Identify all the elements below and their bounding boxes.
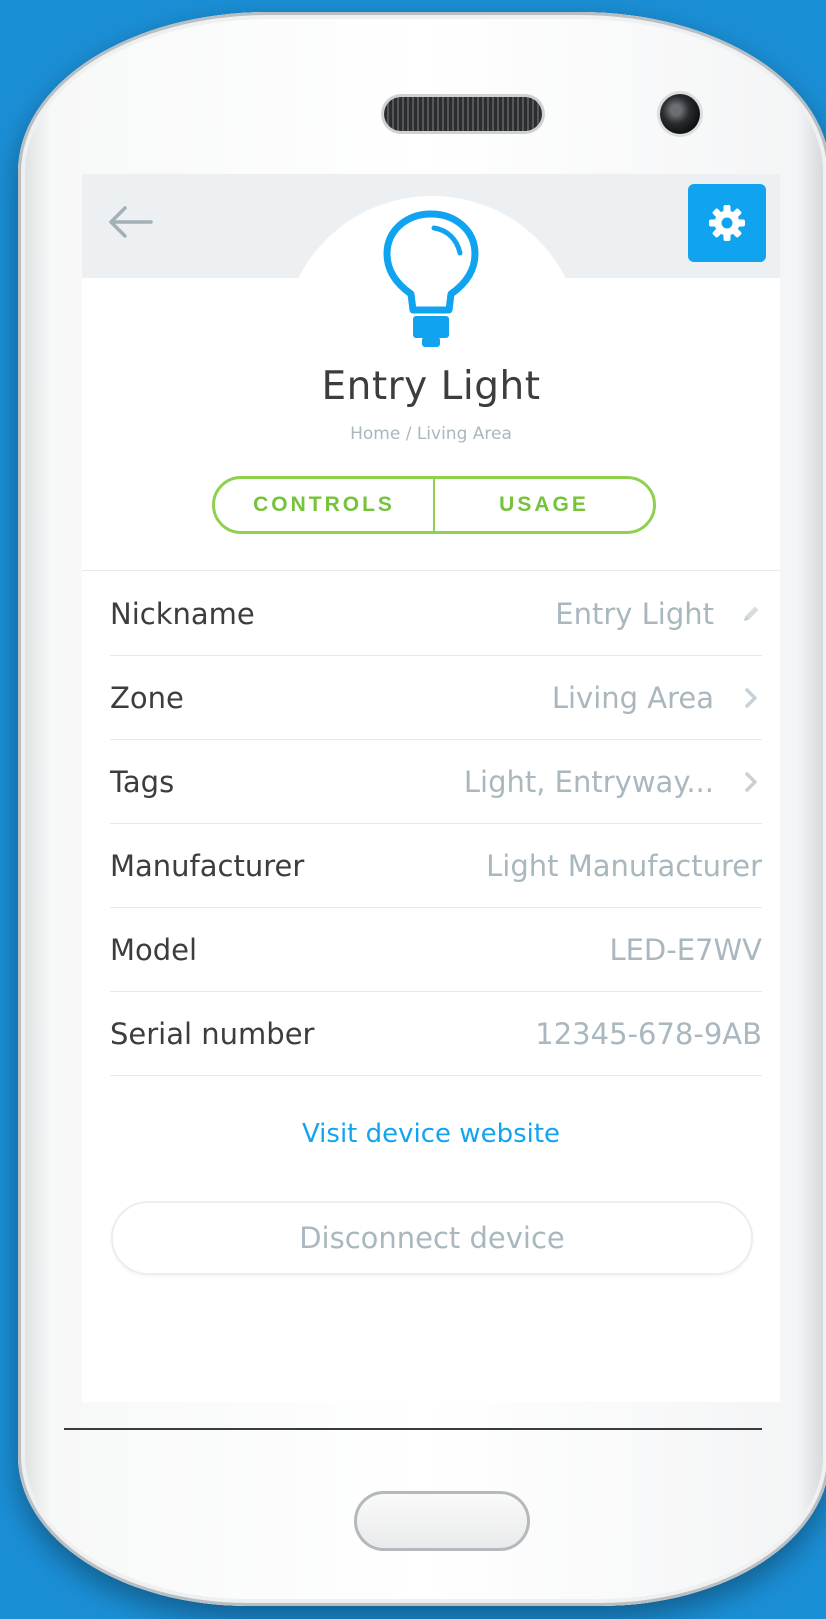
pencil-icon[interactable] [740, 602, 762, 626]
settings-button[interactable] [688, 184, 766, 262]
tab-controls[interactable]: CONTROLS [215, 479, 433, 531]
screen-bottom-edge [64, 1428, 762, 1430]
detail-row-zone[interactable]: Zone Living Area [110, 656, 762, 740]
row-label: Serial number [110, 1016, 315, 1051]
segmented-tabs: CONTROLS USAGE [212, 476, 656, 534]
phone-frame: Entry Light Home / Living Area CONTROLS … [18, 12, 826, 1606]
device-details-list: Nickname Entry Light Zone Living Area Ta… [110, 572, 762, 1076]
visit-website-link[interactable]: Visit device website [82, 1119, 780, 1149]
row-value: LED-E7WV [609, 932, 762, 967]
row-value: Light Manufacturer [486, 848, 762, 883]
front-camera [660, 94, 700, 134]
row-label: Nickname [110, 596, 255, 631]
chevron-right-icon [740, 770, 762, 794]
detail-row-model: Model LED-E7WV [110, 908, 762, 992]
back-button[interactable] [102, 194, 158, 250]
earpiece-speaker [384, 97, 542, 131]
detail-row-nickname[interactable]: Nickname Entry Light [110, 572, 762, 656]
row-value: Light, Entryway... [463, 764, 714, 799]
detail-row-serial-number: Serial number 12345-678-9AB [110, 992, 762, 1076]
home-button[interactable] [354, 1491, 530, 1551]
row-value: Living Area [551, 680, 714, 715]
tab-usage[interactable]: USAGE [433, 479, 653, 531]
divider [82, 570, 780, 571]
device-title: Entry Light [321, 364, 541, 409]
disconnect-device-button[interactable]: Disconnect device [111, 1201, 753, 1275]
arrow-left-icon [109, 206, 153, 238]
row-label: Manufacturer [110, 848, 305, 883]
row-label: Model [110, 932, 198, 967]
row-label: Tags [110, 764, 175, 799]
breadcrumb: Home / Living Area [350, 424, 512, 444]
detail-row-manufacturer: Manufacturer Light Manufacturer [110, 824, 762, 908]
app-screen: Entry Light Home / Living Area CONTROLS … [82, 174, 780, 1402]
row-label: Zone [110, 680, 184, 715]
lightbulb-icon [383, 210, 479, 347]
chevron-right-icon [740, 686, 762, 710]
detail-row-tags[interactable]: Tags Light, Entryway... [110, 740, 762, 824]
gear-icon [709, 205, 745, 241]
row-value: 12345-678-9AB [535, 1016, 762, 1051]
row-value: Entry Light [555, 596, 714, 631]
